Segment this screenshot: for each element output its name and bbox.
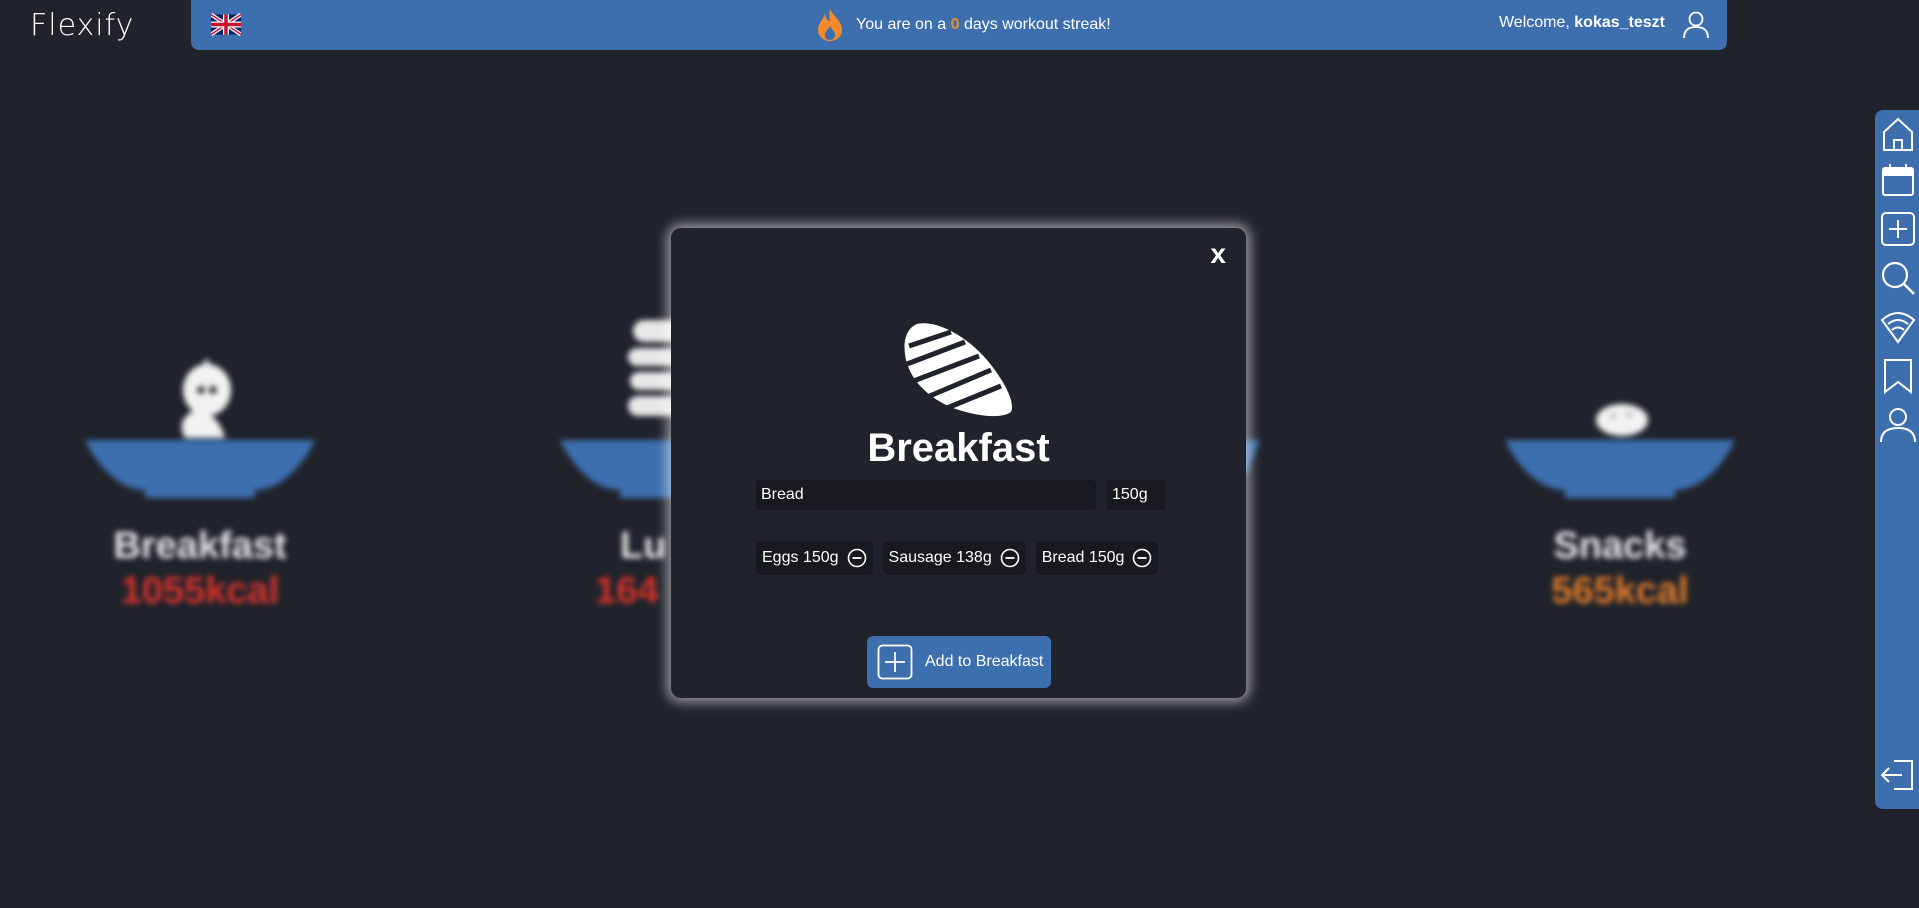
- snake-illustration: [181, 360, 231, 438]
- profile-icon[interactable]: [1880, 407, 1916, 443]
- croissant-icon: [904, 323, 1012, 417]
- home-icon[interactable]: [1880, 116, 1916, 152]
- meal-card-breakfast[interactable]: Breakfast 1055kcal: [85, 360, 315, 640]
- calendar-icon[interactable]: [1880, 162, 1916, 198]
- remove-circle-icon[interactable]: [1000, 548, 1020, 568]
- modal-title: Breakfast: [867, 426, 1050, 470]
- uk-flag-icon[interactable]: [211, 13, 241, 36]
- search-icon[interactable]: [1880, 260, 1916, 296]
- food-chip: Eggs 150g: [756, 541, 873, 575]
- meal-card-snacks[interactable]: Snacks 565kcal: [1505, 360, 1735, 640]
- side-nav: [1875, 110, 1919, 809]
- food-chip-label: Bread 150g: [1041, 549, 1125, 566]
- meal-title: Breakfast: [113, 525, 287, 567]
- close-button[interactable]: x: [1210, 238, 1226, 270]
- add-icon[interactable]: [1880, 211, 1916, 247]
- app-logo[interactable]: Flexify: [30, 8, 134, 43]
- streak-text: You are on a 0 days workout streak!: [856, 16, 1111, 33]
- remove-circle-icon[interactable]: [1132, 548, 1152, 568]
- add-to-meal-button[interactable]: Add to Breakfast: [867, 636, 1051, 688]
- selected-foods: Eggs 150g Sausage 138g Bread 150g: [756, 541, 1159, 575]
- add-food-modal: x Breakfast Eggs 150g Sausage 138g Bread…: [671, 228, 1246, 698]
- grams-input[interactable]: [1107, 480, 1165, 510]
- username: kokas_teszt: [1574, 14, 1665, 31]
- food-chip-label: Sausage 138g: [888, 549, 992, 566]
- food-chip-label: Eggs 150g: [762, 549, 839, 566]
- food-chip: Bread 150g: [1035, 541, 1159, 575]
- bookmark-icon[interactable]: [1880, 358, 1916, 394]
- welcome-text: Welcome, kokas_teszt: [1498, 14, 1665, 31]
- food-search-input[interactable]: [756, 480, 1096, 510]
- add-button-label: Add to Breakfast: [925, 653, 1044, 670]
- food-chip: Sausage 138g: [882, 541, 1026, 575]
- flame-icon: [818, 9, 842, 41]
- snack-illustration: [1596, 404, 1648, 436]
- meal-title: Snacks: [1553, 525, 1687, 567]
- streak-count: 0: [950, 16, 960, 33]
- bowl-icon: [85, 440, 315, 498]
- meal-kcal: 1055kcal: [120, 570, 280, 612]
- user-icon[interactable]: [1683, 11, 1709, 39]
- top-bar: You are on a 0 days workout streak! Welc…: [191, 0, 1727, 50]
- meal-kcal: 565kcal: [1551, 570, 1689, 612]
- logout-icon[interactable]: [1880, 757, 1916, 793]
- workout-streak: You are on a 0 days workout streak!: [816, 9, 1111, 41]
- feed-icon[interactable]: [1880, 308, 1916, 344]
- plus-square-icon: [877, 644, 913, 680]
- remove-circle-icon[interactable]: [847, 548, 867, 568]
- bowl-icon: [1505, 440, 1735, 498]
